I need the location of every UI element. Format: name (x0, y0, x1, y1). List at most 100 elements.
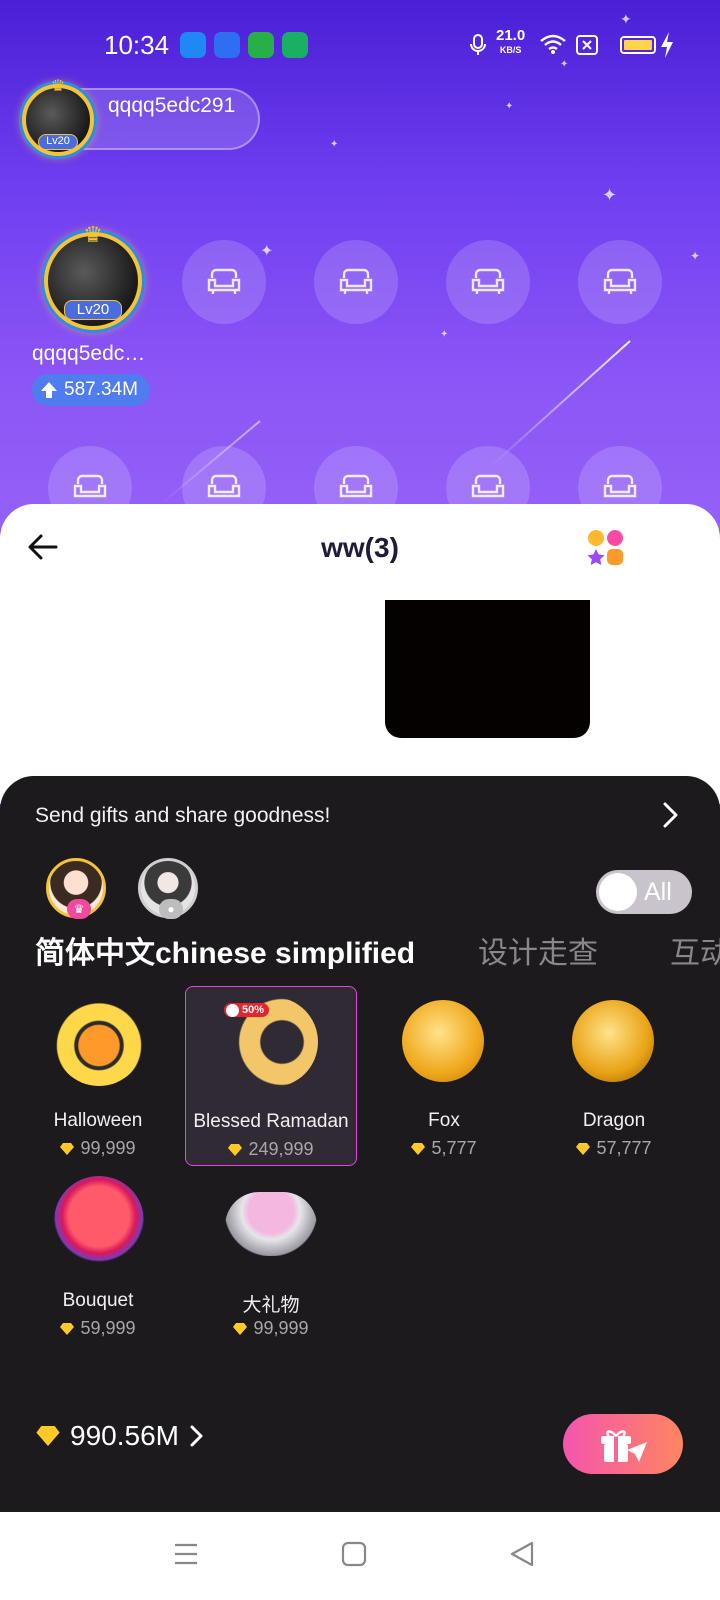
balance-value: 990.56M (70, 1420, 179, 1451)
diamond-icon (36, 1426, 60, 1446)
tab-interactive[interactable]: 互动 (670, 928, 720, 972)
dragon-coin-icon (572, 1000, 654, 1082)
sofa-icon (471, 474, 505, 498)
empty-seat[interactable] (578, 240, 662, 324)
select-all-toggle[interactable]: All (596, 870, 692, 914)
gift-item-fox[interactable]: Fox 5,777 (358, 986, 530, 1166)
gift-price-value: 59,999 (80, 1318, 136, 1338)
send-gift-button[interactable] (563, 1414, 683, 1474)
home-icon[interactable] (340, 1540, 368, 1568)
baidu-notification-icon (214, 32, 240, 58)
gift-name: Dragon (582, 1110, 646, 1131)
gift-price-value: 5,777 (431, 1138, 477, 1158)
gift-price: 59,999 (12, 1318, 184, 1339)
shield-icon (282, 32, 308, 58)
gift-panel: Send gifts and share goodness! ♛ ● All 简… (0, 776, 720, 1512)
diamond-icon (60, 1322, 75, 1335)
sofa-icon (207, 268, 241, 294)
gift-name: 大礼物 (242, 1295, 300, 1316)
gift-price-value: 99,999 (80, 1138, 136, 1158)
system-nav-bar (0, 1512, 720, 1600)
wifi-icon (540, 34, 566, 54)
gift-price: 5,777 (358, 1138, 530, 1159)
gift-price: 249,999 (186, 1139, 356, 1160)
sofa-icon (603, 268, 637, 294)
charging-icon (661, 32, 673, 58)
diamond-icon (60, 1142, 75, 1155)
crown-badge-icon: ♛ (67, 899, 91, 919)
gift-name: Fox (428, 1110, 460, 1131)
gift-price: 57,777 (528, 1138, 700, 1159)
sofa-icon (471, 268, 505, 294)
gift-name: Bouquet (62, 1290, 134, 1311)
app-notification-icon (180, 32, 206, 58)
chat-sheet: ww(3) (0, 504, 720, 804)
sparkle-icon: ✦ (330, 139, 339, 150)
recipient-avatar[interactable]: ● (138, 858, 198, 919)
empty-seat[interactable] (446, 240, 530, 324)
battery-icon (620, 36, 656, 54)
sparkle-icon: ✦ (440, 329, 449, 340)
sparkle-icon: ✦ (602, 185, 618, 205)
seat-user-score: 587.34M (32, 374, 150, 406)
seat-user-level-badge: Lv20 (64, 300, 122, 320)
share-prompt: Send gifts and share goodness! (35, 804, 331, 827)
network-speed-unit: KB/S (499, 45, 522, 55)
sparkle-icon: ✦ (505, 101, 514, 112)
gift-name: Blessed Ramadan (193, 1111, 349, 1132)
diamond-icon (233, 1322, 248, 1335)
app-notification-icon (248, 32, 274, 58)
crown-icon: ♛ (83, 222, 103, 247)
sim-off-icon (576, 35, 598, 55)
diamond-balance[interactable]: 990.56M (36, 1420, 205, 1452)
gift-name: Halloween (53, 1110, 143, 1131)
back-icon[interactable] (508, 1540, 536, 1568)
recipient-avatar[interactable]: ♛ (46, 858, 106, 919)
airship-gift-icon (225, 1192, 317, 1256)
diamond-icon (576, 1142, 591, 1155)
gift-price: 99,999 (12, 1138, 184, 1159)
gift-item-big-gift[interactable]: 大礼物 99,999 (185, 1166, 357, 1346)
chevron-right-icon (190, 1425, 203, 1447)
gift-price: 99,999 (185, 1318, 357, 1339)
diamond-icon (411, 1142, 426, 1155)
host-level-badge: Lv20 (38, 134, 78, 150)
diamond-icon (228, 1143, 243, 1156)
seat-user-name: qqqq5edc… (32, 342, 146, 365)
discount-badge: 50% (224, 1003, 270, 1017)
gift-item-blessed-ramadan[interactable]: 50% Blessed Ramadan 249,999 (185, 986, 357, 1166)
mic-icon (470, 34, 486, 55)
sofa-icon (73, 474, 107, 498)
video-thumbnail[interactable] (385, 600, 590, 738)
sparkle-icon: ✦ (690, 249, 701, 263)
tab-design-review[interactable]: 设计走查 (478, 928, 598, 972)
chevron-right-icon[interactable] (660, 800, 682, 830)
gift-item-dragon[interactable]: Dragon 57,777 (528, 986, 700, 1166)
network-speed-value: 21.0 (496, 27, 526, 44)
menu-icon[interactable] (172, 1540, 200, 1568)
sofa-icon (603, 474, 637, 498)
empty-seat[interactable] (314, 240, 398, 324)
gift-price-value: 249,999 (248, 1139, 314, 1159)
gift-item-halloween[interactable]: Halloween 99,999 (12, 986, 184, 1166)
apps-icon[interactable] (586, 528, 626, 568)
gift-item-bouquet[interactable]: Bouquet 59,999 (12, 1166, 184, 1346)
sofa-icon (207, 474, 241, 498)
crown-icon: ♛ (50, 78, 66, 95)
seat-user-score-value: 587.34M (64, 379, 138, 400)
tab-chinese-simplified[interactable]: 简体中文chinese simplified (35, 928, 415, 972)
arrow-up-icon (41, 382, 57, 398)
sparkle-icon: ✦ (260, 243, 274, 260)
toggle-label: All (644, 878, 672, 906)
toggle-knob (599, 873, 637, 911)
halloween-gift-icon (54, 996, 144, 1086)
host-name: qqqq5edc291 (108, 94, 236, 117)
sofa-icon (339, 268, 373, 294)
sofa-icon (339, 474, 373, 498)
bouquet-gift-icon (54, 1176, 144, 1266)
network-speed: 21.0 KB/S (496, 27, 526, 56)
sparkle-icon: ✦ (620, 11, 632, 27)
empty-seat[interactable] (182, 240, 266, 324)
gift-send-icon (601, 1430, 647, 1462)
status-time: 10:34 (104, 30, 170, 60)
